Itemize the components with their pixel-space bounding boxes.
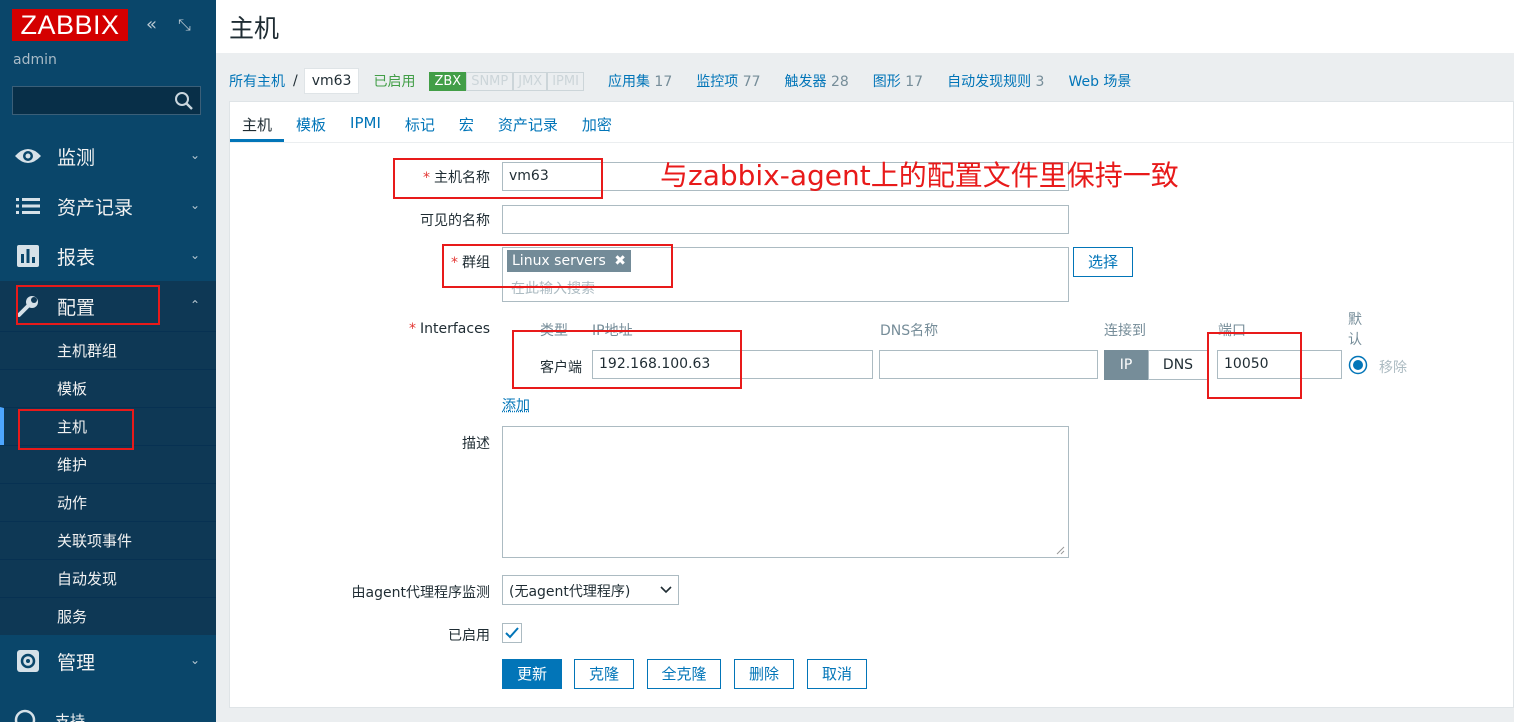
expand-icon[interactable]: ⤡ <box>178 14 191 36</box>
menu-support[interactable]: 支持 <box>13 708 85 722</box>
nav-web-scenarios[interactable]: Web 场景 <box>1068 71 1131 91</box>
iface-col-default: 默认 <box>1348 312 1362 348</box>
visible-name-input[interactable] <box>502 205 1069 234</box>
chevron-down-icon: ⌄ <box>189 653 200 667</box>
visible-name-label: 可见的名称 <box>420 213 490 229</box>
chevron-up-icon: ⌃ <box>189 298 200 312</box>
clone-button[interactable]: 克隆 <box>574 659 634 689</box>
menu-reports[interactable]: 报表 ⌄ <box>0 231 216 281</box>
submenu-maintenance[interactable]: 维护 <box>0 445 216 483</box>
nav-applications[interactable]: 应用集 17 <box>608 71 672 91</box>
form-tabs: 主机 模板 IPMI 标记 宏 资产记录 加密 <box>230 102 1513 143</box>
iface-col-connect: 连接到 <box>1104 323 1146 339</box>
tab-tags[interactable]: 标记 <box>393 102 447 142</box>
description-textarea[interactable] <box>502 426 1069 558</box>
tab-inventory[interactable]: 资产记录 <box>486 102 570 142</box>
tab-macros[interactable]: 宏 <box>447 102 486 142</box>
username: admin <box>13 52 57 68</box>
enabled-checkbox[interactable] <box>502 623 522 643</box>
submenu-host-groups[interactable]: 主机群组 <box>0 331 216 369</box>
default-radio[interactable] <box>1348 355 1368 375</box>
proxy-select[interactable]: (无agent代理程序) <box>502 575 679 605</box>
nav-triggers[interactable]: 触发器 28 <box>785 71 849 91</box>
highlight-port <box>1207 332 1302 399</box>
breadcrumb-separator: / <box>293 73 298 89</box>
select-groups-button[interactable]: 选择 <box>1073 247 1133 277</box>
add-interface-link[interactable]: 添加 <box>502 395 530 415</box>
chevron-down-icon: ⌄ <box>189 198 200 212</box>
highlight-hosts-submenu <box>18 409 134 450</box>
submenu-discovery[interactable]: 自动发现 <box>0 559 216 597</box>
ipmi-badge: IPMI <box>547 71 584 91</box>
submenu-correlation[interactable]: 关联项事件 <box>0 521 216 559</box>
page-title: 主机 <box>229 14 280 43</box>
menu-label: 支持 <box>55 711 86 722</box>
iface-remove-link[interactable]: 移除 <box>1379 357 1407 377</box>
breadcrumb-all-hosts[interactable]: 所有主机 <box>229 71 285 91</box>
menu-label: 报表 <box>57 246 96 269</box>
chevron-down-icon <box>660 586 672 594</box>
submenu-actions[interactable]: 动作 <box>0 483 216 521</box>
host-status-link[interactable]: 已启用 <box>373 71 415 91</box>
menu-label: 管理 <box>57 651 96 674</box>
menu-inventory[interactable]: 资产记录 ⌄ <box>0 181 216 231</box>
page-header: 主机 <box>216 0 1514 53</box>
chevron-down-icon: ⌄ <box>189 148 200 162</box>
breadcrumb-current-host: vm63 <box>303 68 360 94</box>
tab-encryption[interactable]: 加密 <box>570 102 624 142</box>
highlight-groups <box>442 244 673 288</box>
gear-icon <box>13 650 43 672</box>
eye-icon <box>13 146 43 166</box>
annotation-text: 与zabbix-agent上的配置文件里保持一致 <box>660 159 1179 192</box>
zabbix-logo[interactable]: ZABBIX <box>12 9 128 41</box>
connect-ip-toggle[interactable]: IP <box>1104 350 1148 380</box>
tab-host[interactable]: 主机 <box>230 102 285 142</box>
list-icon <box>13 197 43 215</box>
support-icon <box>14 709 36 722</box>
delete-button[interactable]: 删除 <box>734 659 794 689</box>
highlight-config-menu <box>16 285 160 325</box>
iface-col-dns: DNS名称 <box>880 323 939 339</box>
proxy-label: 由agent代理程序监测 <box>351 585 490 601</box>
bar-chart-icon <box>13 245 43 267</box>
tab-templates[interactable]: 模板 <box>284 102 338 142</box>
tab-ipmi[interactable]: IPMI <box>338 102 393 142</box>
cancel-button[interactable]: 取消 <box>807 659 867 689</box>
main-content: 主机 所有主机 / vm63 已启用 ZBX SNMP JMX IPMI 应用集… <box>216 0 1514 722</box>
connect-dns-toggle[interactable]: DNS <box>1148 350 1208 380</box>
submenu-templates[interactable]: 模板 <box>0 369 216 407</box>
chevron-down-icon: ⌄ <box>189 248 200 262</box>
nav-discovery-rules[interactable]: 自动发现规则 3 <box>947 71 1044 91</box>
interfaces-label: * Interfaces <box>409 321 490 337</box>
jmx-badge: JMX <box>513 71 548 91</box>
highlight-host-name <box>393 158 603 199</box>
sidebar: ZABBIX « ⤡ admin 监测 ⌄ 资产记录 ⌄ 报表 ⌄ 配置 ⌃ 主… <box>0 0 216 722</box>
iface-dns-input[interactable] <box>879 350 1098 379</box>
description-label: 描述 <box>462 436 490 452</box>
host-navigation: 所有主机 / vm63 已启用 ZBX SNMP JMX IPMI 应用集 17… <box>229 64 1155 98</box>
submenu-services[interactable]: 服务 <box>0 597 216 635</box>
full-clone-button[interactable]: 全克隆 <box>647 659 721 689</box>
menu-monitoring[interactable]: 监测 ⌄ <box>0 131 216 181</box>
availability-badges: ZBX SNMP JMX IPMI <box>429 71 584 91</box>
menu-administration[interactable]: 管理 ⌄ <box>0 636 216 686</box>
menu-label: 监测 <box>57 146 96 169</box>
search-icon[interactable] <box>174 91 194 111</box>
update-button[interactable]: 更新 <box>502 659 562 689</box>
resize-handle-icon[interactable] <box>1055 545 1065 555</box>
collapse-sidebar-icon[interactable]: « <box>146 14 157 36</box>
configuration-submenu: 主机群组 模板 主机 维护 动作 关联项事件 自动发现 服务 <box>0 331 216 635</box>
menu-label: 资产记录 <box>57 196 134 219</box>
sidebar-search-input[interactable] <box>12 86 201 115</box>
nav-graphs[interactable]: 图形 17 <box>873 71 923 91</box>
nav-items[interactable]: 监控项 77 <box>696 71 760 91</box>
enabled-label: 已启用 <box>448 628 490 644</box>
snmp-badge: SNMP <box>466 71 514 91</box>
highlight-ip <box>512 330 742 389</box>
zbx-badge: ZBX <box>429 71 467 91</box>
